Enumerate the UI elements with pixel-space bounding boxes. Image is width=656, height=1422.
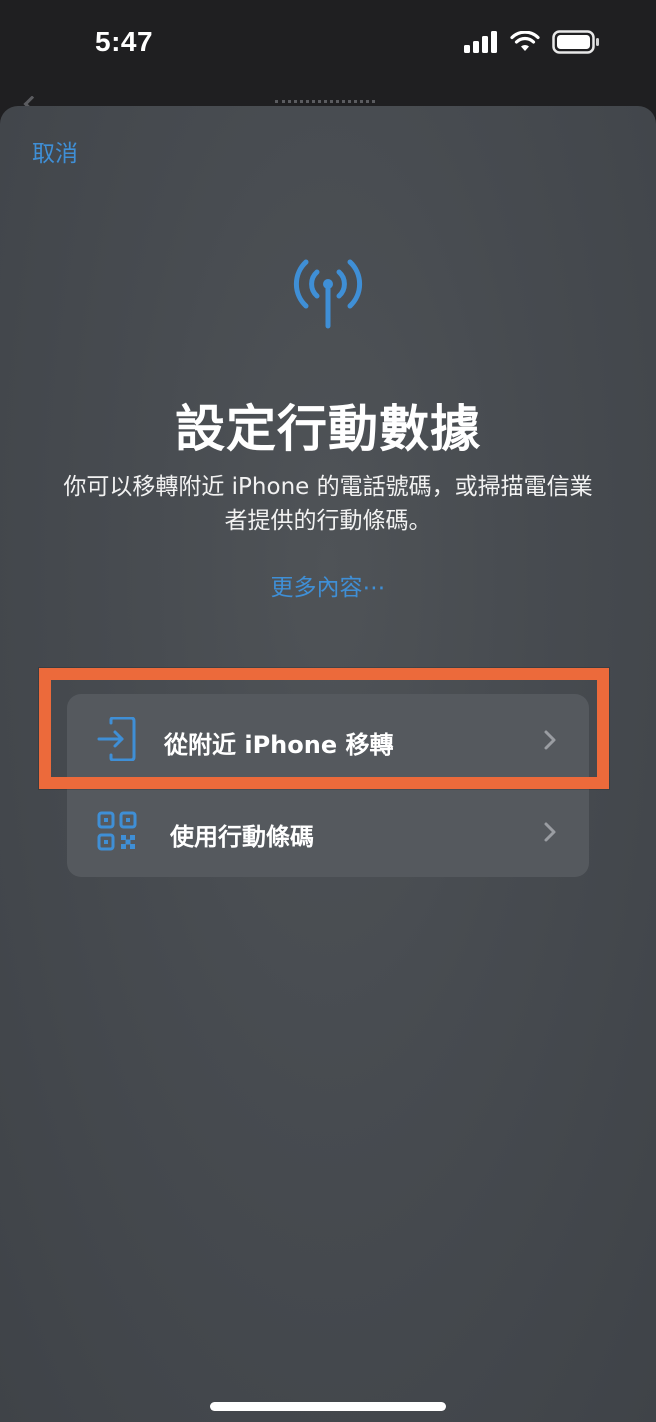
battery-icon: [552, 30, 599, 54]
qr-code-icon: [97, 811, 137, 851]
use-qr-code-row[interactable]: 使用行動條碼: [67, 786, 589, 877]
status-bar: 5:47: [0, 0, 656, 100]
highlight-annotation-box: [39, 668, 609, 789]
cancel-button[interactable]: 取消: [32, 134, 78, 168]
use-qr-code-label: 使用行動條碼: [170, 823, 314, 851]
description-text: 你可以移轉附近 iPhone 的電話號碼，或掃描電信業者提供的行動條碼。: [63, 474, 593, 534]
antenna-icon: [293, 259, 363, 329]
page-title: 設定行動數據: [175, 400, 481, 458]
signal-icon: [464, 31, 497, 53]
chevron-right-icon: [544, 822, 556, 842]
more-info-link[interactable]: 更多內容⋯: [0, 568, 656, 602]
home-indicator[interactable]: [210, 1402, 446, 1411]
wifi-icon: [510, 31, 540, 51]
status-time: 5:47: [95, 26, 154, 57]
status-icons: [464, 30, 600, 54]
